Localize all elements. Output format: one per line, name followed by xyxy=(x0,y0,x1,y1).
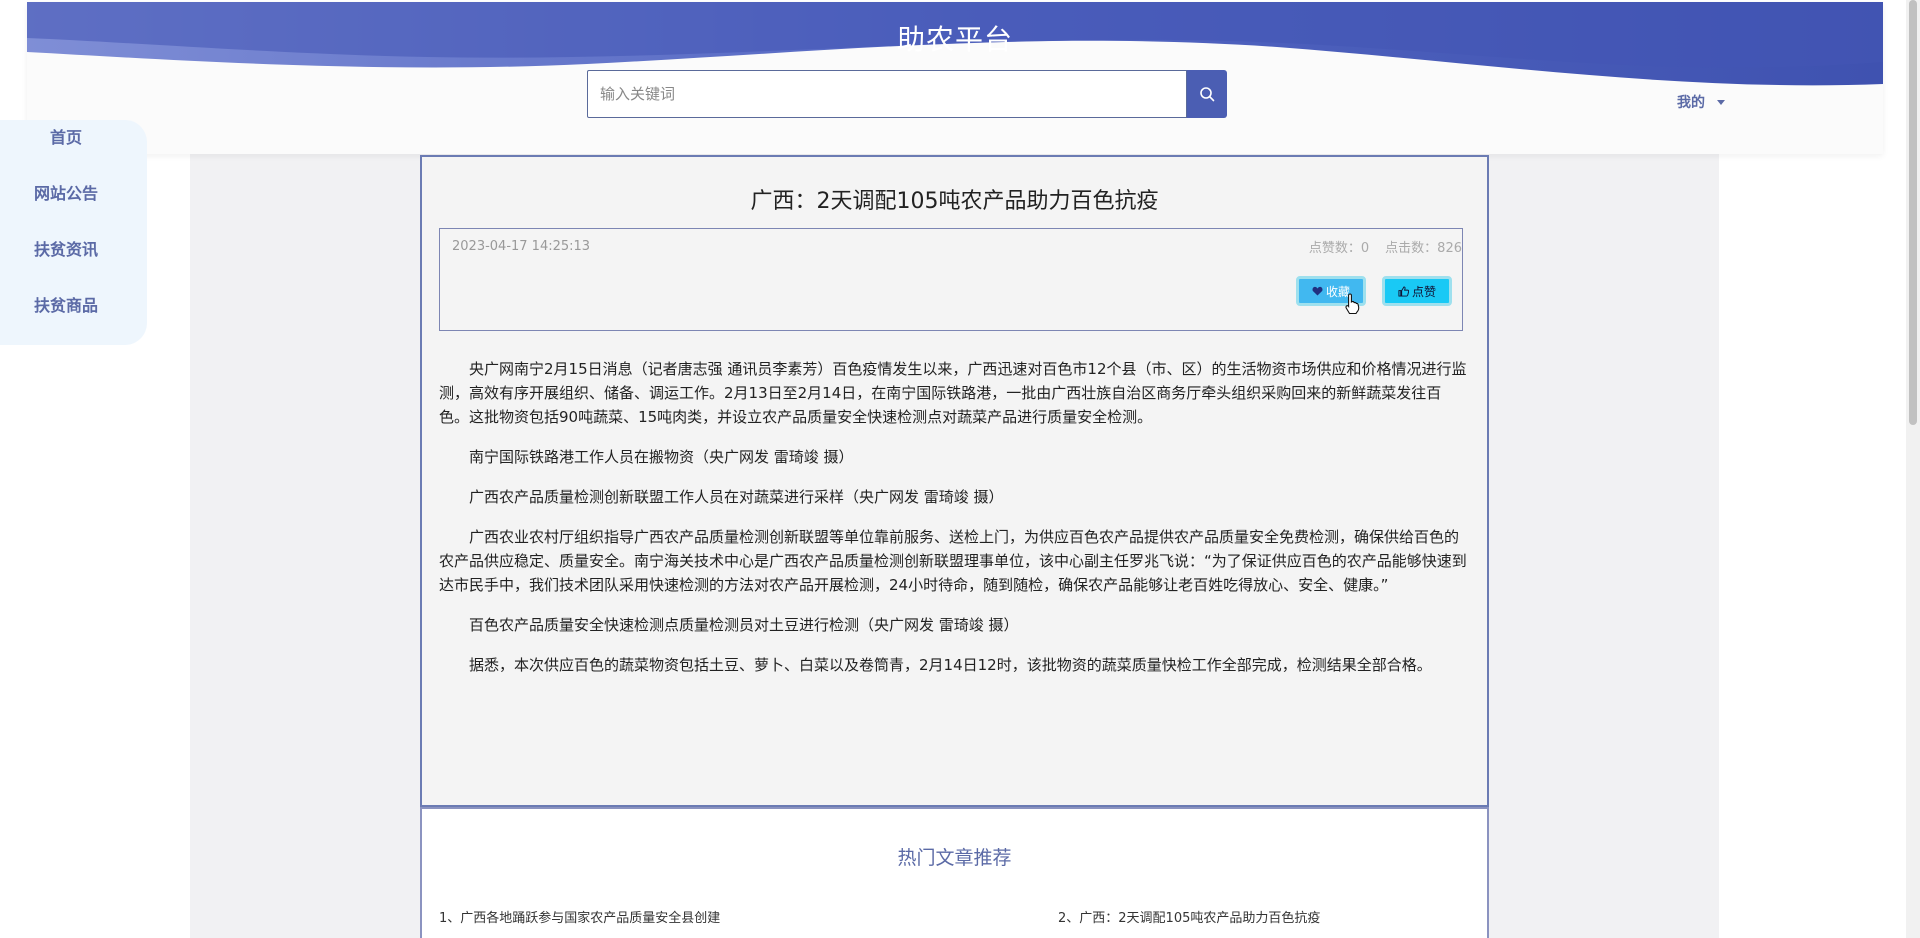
article-paragraph: 南宁国际铁路港工作人员在搬物资（央广网发 雷琦竣 摄） xyxy=(469,448,854,466)
sidebar-item-news[interactable]: 扶贫资讯 xyxy=(0,236,132,260)
search-icon xyxy=(1200,87,1215,102)
scrollbar-thumb[interactable] xyxy=(1909,0,1917,425)
like-count: 点赞数：0 xyxy=(1308,241,1370,256)
sidebar-item-products[interactable]: 扶贫商品 xyxy=(0,292,132,316)
user-menu-dropdown[interactable]: 我的 xyxy=(1677,92,1725,112)
sidebar-item-home[interactable]: 首页 xyxy=(0,124,132,148)
article-paragraph: 百色农产品质量安全快速检测点质量检测员对土豆进行检测（央广网发 雷琦竣 摄） xyxy=(469,616,1019,634)
user-menu-label: 我的 xyxy=(1677,95,1705,111)
article-paragraph: 广西农产品质量检测创新联盟工作人员在对蔬菜进行采样（央广网发 雷琦竣 摄） xyxy=(469,488,1004,506)
article-date: 2023-04-17 14:25:13 xyxy=(452,239,591,254)
like-label: 点赞 xyxy=(1411,284,1436,299)
hand-cursor-icon xyxy=(1345,293,1360,315)
article-paragraph: 央广网南宁2月15日消息（记者唐志强 通讯员李素芳）百色疫情发生以来，广西迅速对… xyxy=(439,360,1467,426)
article-card: 广西：2天调配105吨农产品助力百色抗疫 2023-04-17 14:25:13… xyxy=(420,155,1489,807)
page-scrollbar[interactable] xyxy=(1906,0,1920,938)
site-title: 助农平台 xyxy=(896,23,1013,56)
chevron-down-icon xyxy=(1717,99,1725,105)
recommended-article-link[interactable]: 1、广西各地踊跃参与国家农产品质量安全县创建 xyxy=(439,907,720,926)
like-button[interactable]: 点赞 xyxy=(1382,276,1452,306)
article-body: 央广网南宁2月15日消息（记者唐志强 通讯员李素芳）百色疫情发生以来，广西迅速对… xyxy=(439,357,1467,693)
search-button[interactable] xyxy=(1187,70,1227,118)
article-paragraph: 广西农业农村厅组织指导广西农产品质量检测创新联盟等单位靠前服务、送检上门，为供应… xyxy=(439,528,1467,594)
click-count: 点击数：826 xyxy=(1385,241,1462,256)
recommended-articles-panel: 热门文章推荐 1、广西各地踊跃参与国家农产品质量安全县创建 2、广西：2天调配1… xyxy=(420,807,1489,938)
recommended-articles-title: 热门文章推荐 xyxy=(897,847,1012,869)
article-stats: 点赞数：0 点击数：826 xyxy=(1309,237,1462,256)
sidebar-item-announcements[interactable]: 网站公告 xyxy=(0,180,132,204)
heart-icon xyxy=(1312,286,1323,296)
sidebar-nav: 首页 网站公告 扶贫资讯 扶贫商品 xyxy=(0,120,147,345)
article-paragraph: 据悉，本次供应百色的蔬菜物资包括土豆、萝卜、白菜以及卷筒青，2月14日12时，该… xyxy=(469,656,1432,674)
thumbs-up-icon xyxy=(1398,285,1409,297)
recommended-article-link[interactable]: 2、广西：2天调配105吨农产品助力百色抗疫 xyxy=(1058,907,1320,926)
search-input[interactable] xyxy=(587,70,1187,118)
article-meta-box: 2023-04-17 14:25:13 点赞数：0 点击数：826 收藏 点赞 xyxy=(439,228,1463,331)
article-title: 广西：2天调配105吨农产品助力百色抗疫 xyxy=(750,189,1159,214)
